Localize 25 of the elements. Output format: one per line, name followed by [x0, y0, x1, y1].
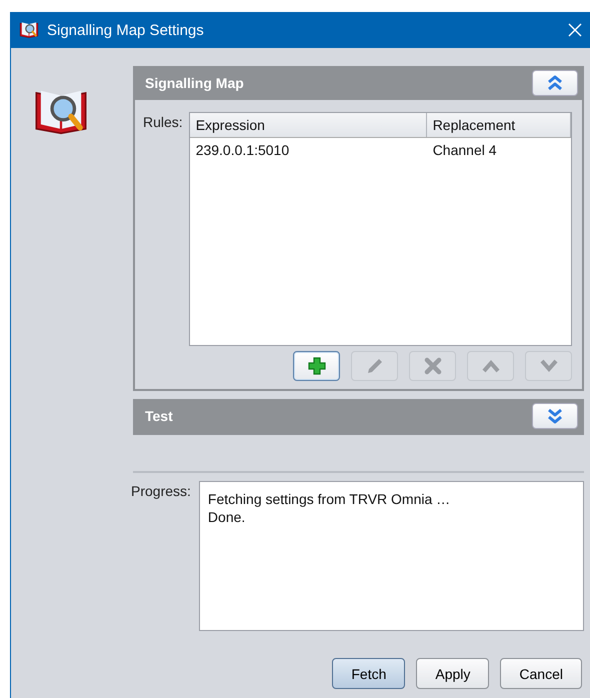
table-cell-text: 239.0.0.1:5010	[194, 141, 290, 160]
column-header[interactable]: Expression	[190, 113, 427, 137]
double-chevron-up-icon	[546, 74, 564, 92]
dialog-button[interactable]: Fetch	[332, 658, 406, 689]
close-icon	[568, 23, 582, 37]
plus-icon	[308, 357, 326, 375]
table-cell-text: Channel 4	[432, 141, 498, 160]
log-line: Done.	[208, 508, 246, 526]
log-line: Fetching settings from TRVR Omnia …	[208, 490, 452, 508]
column-header[interactable]: Replacement	[426, 113, 571, 137]
double-chevron-down-icon	[546, 407, 564, 425]
chevron-down-icon	[540, 359, 558, 373]
chevron-up-icon	[482, 359, 500, 373]
field-label: Rules:	[143, 113, 183, 132]
collapse-button[interactable]	[532, 70, 578, 96]
panel-title: Signalling Map	[145, 75, 244, 91]
field-label: Progress:	[131, 482, 191, 501]
expand-button[interactable]	[532, 403, 578, 429]
book-magnifier-icon	[19, 20, 39, 40]
add-button[interactable]	[293, 351, 340, 381]
window-title: Signalling Map Settings	[47, 22, 205, 38]
dialog-button[interactable]: Apply	[416, 658, 490, 689]
panel-title: Test	[145, 408, 173, 424]
dialog-button[interactable]: Cancel	[500, 658, 582, 689]
delete-icon	[424, 357, 442, 375]
